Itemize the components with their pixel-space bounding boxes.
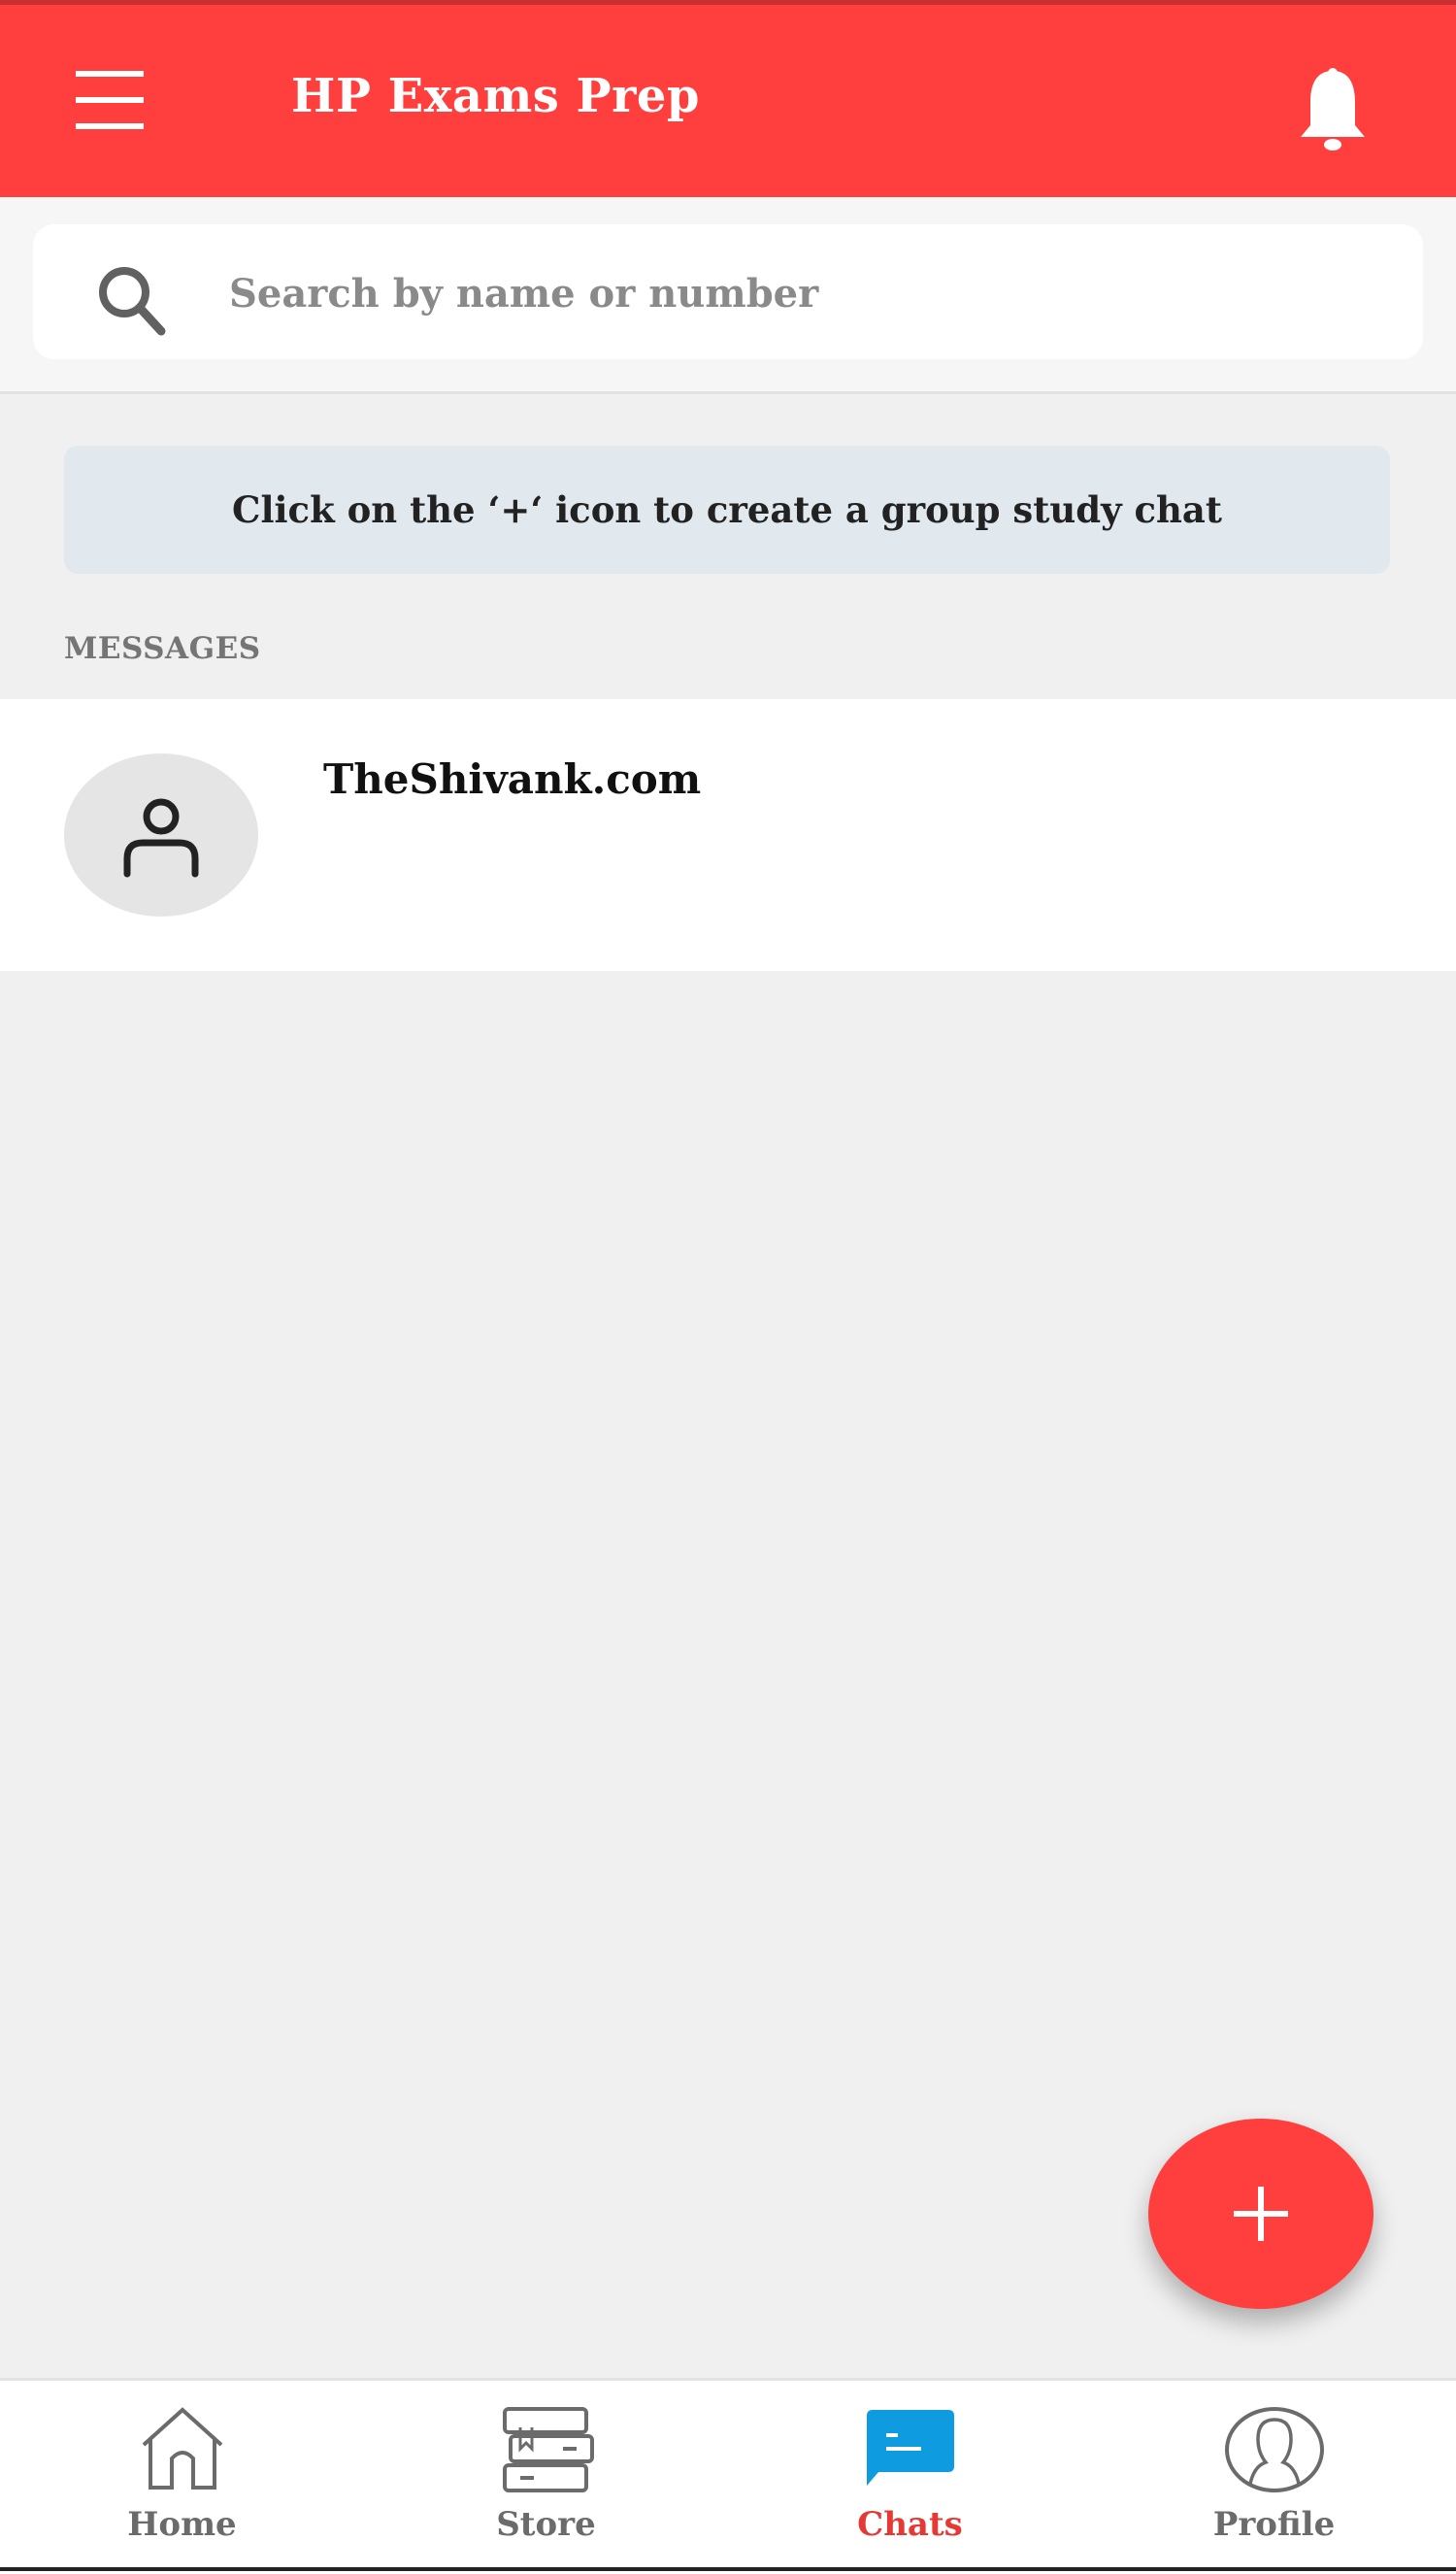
app-title: HP Exams Prep — [291, 69, 700, 123]
books-icon — [493, 2406, 600, 2493]
nav-label-chats: Chats — [857, 2505, 963, 2544]
nav-label-home: Home — [127, 2505, 237, 2544]
search-bar — [33, 224, 1423, 359]
chat-name: TheShivank.com — [323, 755, 702, 803]
app-header: HP Exams Prep — [0, 5, 1456, 197]
nav-item-chats[interactable]: Chats — [728, 2381, 1092, 2574]
chat-bubble-icon — [857, 2406, 964, 2493]
search-icon[interactable] — [91, 259, 179, 347]
person-icon — [123, 798, 199, 878]
plus-icon — [1234, 2187, 1288, 2241]
create-group-chat-button[interactable] — [1148, 2119, 1373, 2309]
nav-item-home[interactable]: Home — [0, 2381, 364, 2574]
bell-icon[interactable] — [1291, 65, 1374, 154]
bottom-navigation: Home Store Chats Profile — [0, 2378, 1456, 2574]
nav-label-store: Store — [496, 2505, 596, 2544]
nav-label-profile: Profile — [1212, 2505, 1336, 2544]
avatar — [64, 753, 258, 917]
hamburger-menu-icon[interactable] — [68, 71, 151, 129]
nav-item-profile[interactable]: Profile — [1092, 2381, 1456, 2574]
info-banner: Click on the ‘+‘ icon to create a group … — [64, 446, 1390, 574]
screen-bottom-edge — [0, 2567, 1456, 2571]
home-icon — [129, 2406, 236, 2493]
search-input[interactable] — [227, 244, 1396, 343]
search-section — [0, 197, 1456, 394]
profile-icon — [1221, 2406, 1328, 2493]
info-banner-text: Click on the ‘+‘ icon to create a group … — [232, 488, 1222, 531]
chat-list-item[interactable]: TheShivank.com — [0, 699, 1456, 971]
nav-item-store[interactable]: Store — [364, 2381, 728, 2574]
messages-section-label: MESSAGES — [64, 631, 261, 666]
